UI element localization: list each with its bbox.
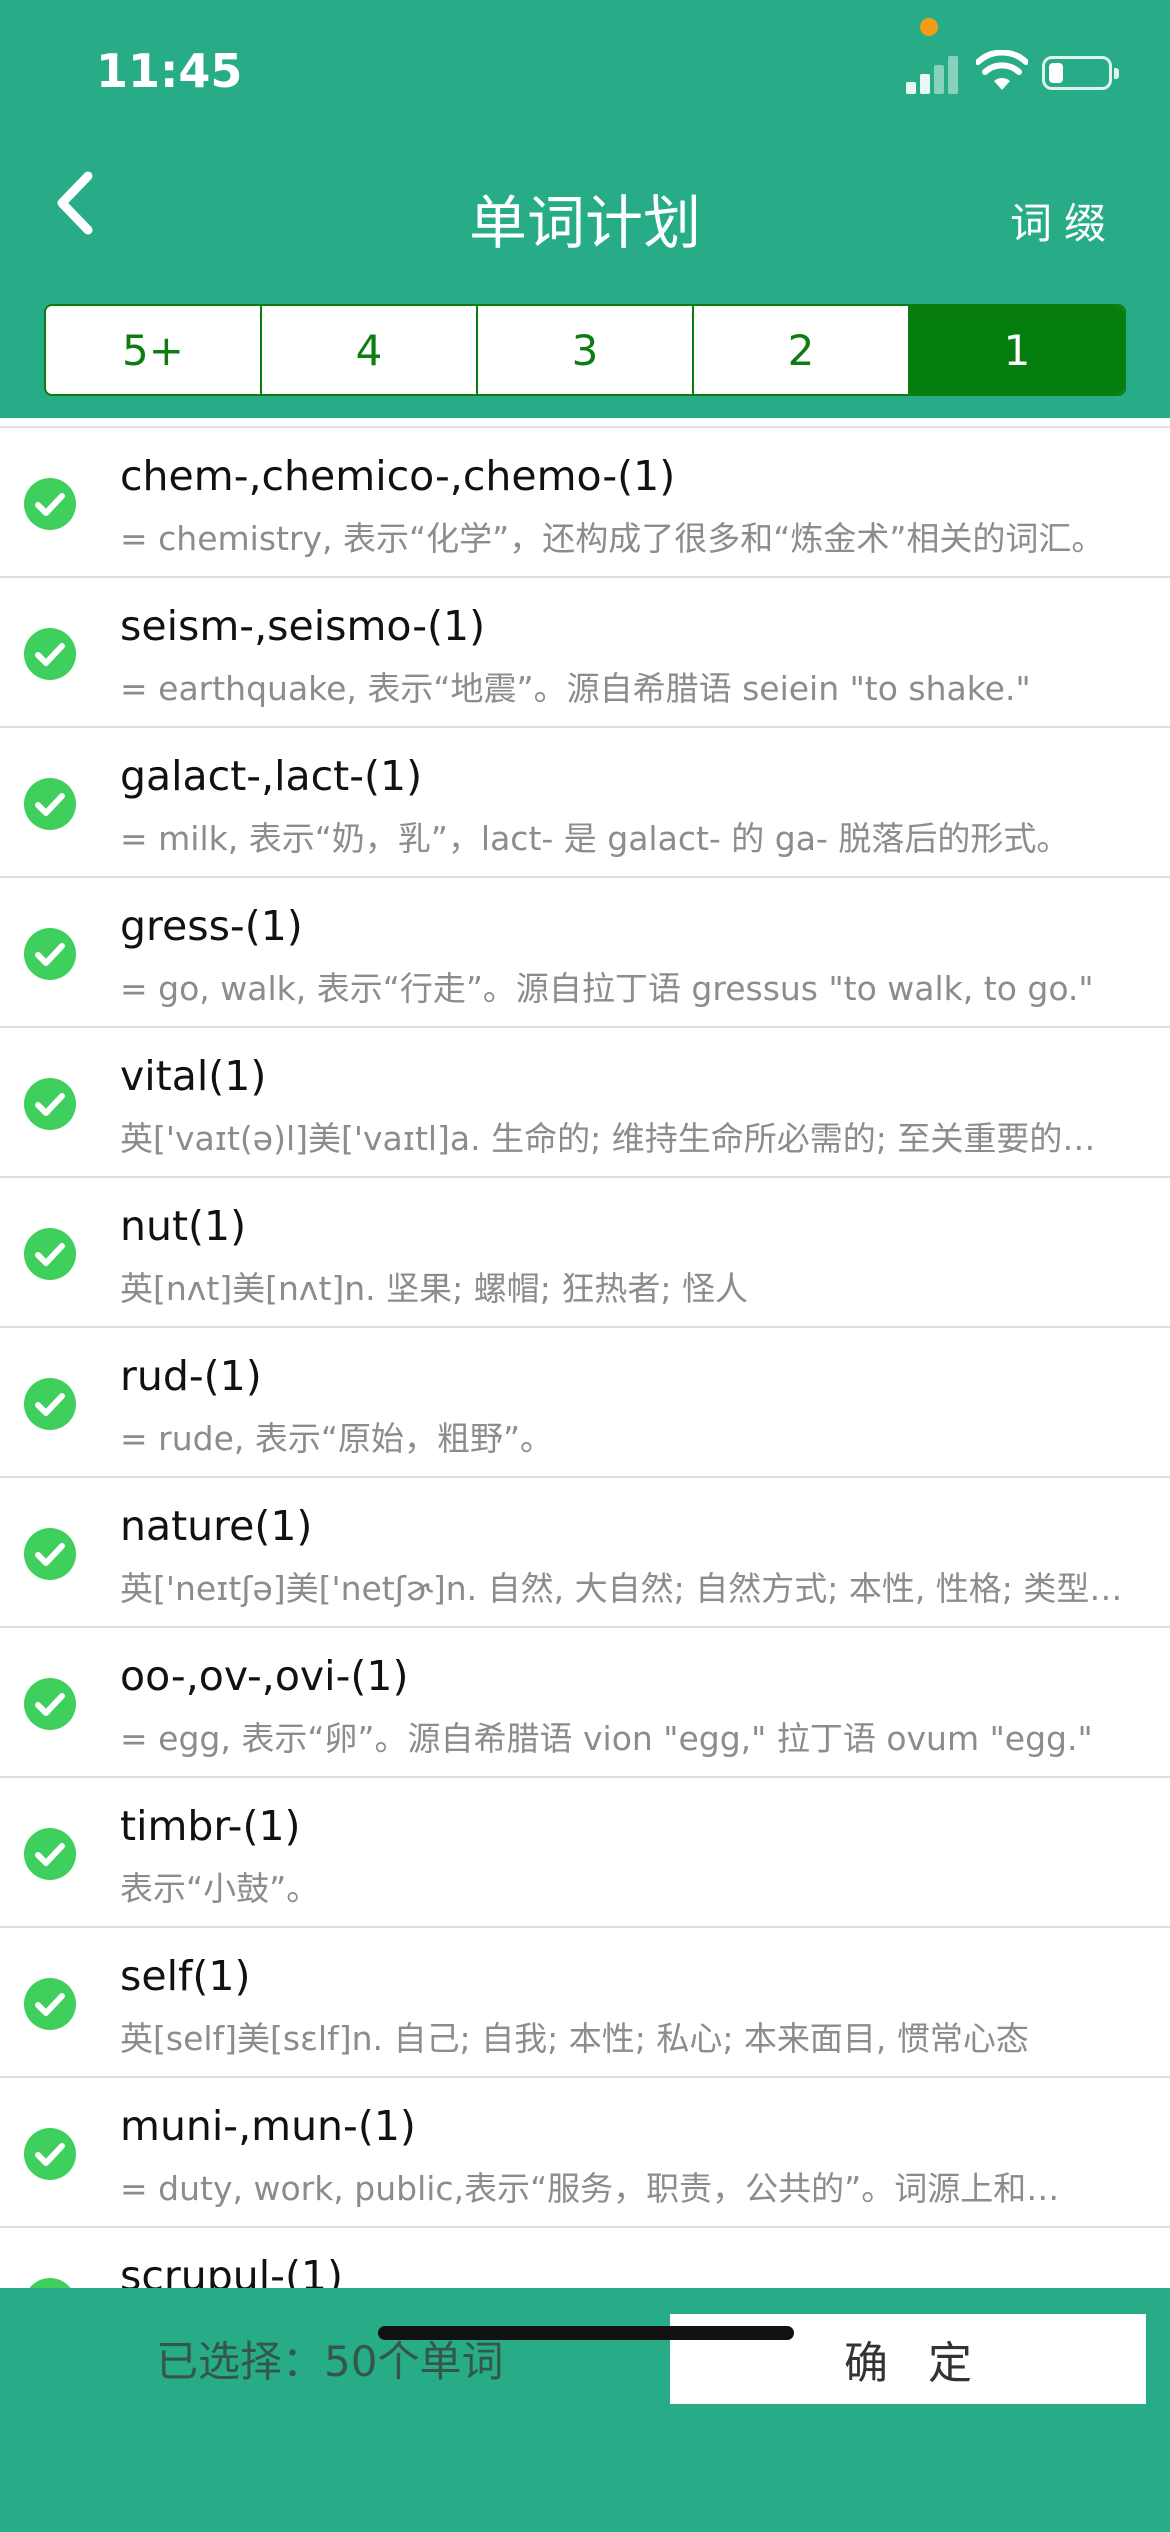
check-circle-icon[interactable]	[24, 478, 76, 530]
list-item[interactable]: galact-,lact-(1) = milk, 表示“奶，乳”，lact- 是…	[0, 728, 1170, 878]
item-subtitle: 英[nʌt]美[nʌt]n. 坚果; 螺帽; 狂热者; 怪人	[120, 1269, 748, 1308]
list-item[interactable]: gress-(1) = go, walk, 表示“行走”。源自拉丁语 gress…	[0, 878, 1170, 1028]
list-item[interactable]: seism-,seismo-(1) = earthquake, 表示“地震”。源…	[0, 578, 1170, 728]
item-subtitle: = egg, 表示“卵”。源自希腊语 vion "egg," 拉丁语 ovum …	[120, 1719, 1093, 1758]
segment-4[interactable]: 4	[262, 306, 478, 394]
list-item[interactable]: scrupul-(1)	[0, 2228, 1170, 2288]
check-circle-icon[interactable]	[24, 1228, 76, 1280]
check-circle-icon[interactable]	[24, 1528, 76, 1580]
item-subtitle: = go, walk, 表示“行走”。源自拉丁语 gressus "to wal…	[120, 969, 1094, 1008]
check-circle-icon[interactable]	[24, 928, 76, 980]
item-title: nature(1)	[120, 1502, 313, 1550]
list-item[interactable]: timbr-(1) 表示“小鼓”。	[0, 1778, 1170, 1928]
item-subtitle: = chemistry, 表示“化学”，还构成了很多和“炼金术”相关的词汇。	[120, 519, 1105, 558]
check-circle-icon[interactable]	[24, 1378, 76, 1430]
item-subtitle: = duty, work, public,表示“服务，职责，公共的”。词源上和…	[120, 2169, 1060, 2208]
check-circle-icon[interactable]	[24, 1978, 76, 2030]
item-title: timbr-(1)	[120, 1802, 301, 1850]
list-item[interactable]: rud-(1) = rude, 表示“原始，粗野”。	[0, 1328, 1170, 1478]
status-time: 11:45	[96, 44, 243, 98]
list-item[interactable]: vital(1) 英['vaɪt(ə)l]美['vaɪtl]a. 生命的; 维持…	[0, 1028, 1170, 1178]
item-title: scrupul-(1)	[120, 2252, 344, 2288]
frequency-segmented-control: 5+ 4 3 2 1	[44, 304, 1126, 396]
item-subtitle: 英['neɪtʃə]美['netʃɚ]n. 自然, 大自然; 自然方式; 本性,…	[120, 1569, 1123, 1608]
segment-3[interactable]: 3	[478, 306, 694, 394]
check-circle-icon[interactable]	[24, 628, 76, 680]
list-item[interactable]: muni-,mun-(1) = duty, work, public,表示“服务…	[0, 2078, 1170, 2228]
item-subtitle: = earthquake, 表示“地震”。源自希腊语 seiein "to sh…	[120, 669, 1031, 708]
word-list[interactable]: chem-,chemico-,chemo-(1) = chemistry, 表示…	[0, 426, 1170, 2288]
item-title: self(1)	[120, 1952, 251, 2000]
cellular-signal-icon	[906, 52, 960, 94]
item-title: gress-(1)	[120, 902, 303, 950]
segment-5plus[interactable]: 5+	[46, 306, 262, 394]
item-title: galact-,lact-(1)	[120, 752, 423, 800]
affix-button[interactable]: 词缀	[1010, 190, 1118, 251]
item-title: vital(1)	[120, 1052, 267, 1100]
home-indicator[interactable]	[378, 2326, 794, 2340]
item-subtitle: = milk, 表示“奶，乳”，lact- 是 galact- 的 ga- 脱落…	[120, 819, 1070, 858]
item-subtitle: 英['vaɪt(ə)l]美['vaɪtl]a. 生命的; 维持生命所必需的; 至…	[120, 1119, 1096, 1158]
segment-1[interactable]: 1	[910, 306, 1124, 394]
list-item[interactable]: nut(1) 英[nʌt]美[nʌt]n. 坚果; 螺帽; 狂热者; 怪人	[0, 1178, 1170, 1328]
item-title: oo-,ov-,ovi-(1)	[120, 1652, 409, 1700]
list-item[interactable]: self(1) 英[self]美[sɛlf]n. 自己; 自我; 本性; 私心;…	[0, 1928, 1170, 2078]
item-title: chem-,chemico-,chemo-(1)	[120, 452, 676, 500]
battery-icon	[1042, 56, 1119, 90]
privacy-indicator-dot	[920, 18, 938, 36]
list-item[interactable]: chem-,chemico-,chemo-(1) = chemistry, 表示…	[0, 428, 1170, 578]
bottom-bar: 已选择：50个单词 确定	[0, 2288, 1170, 2532]
check-circle-icon[interactable]	[24, 778, 76, 830]
item-title: rud-(1)	[120, 1352, 262, 1400]
list-item[interactable]: oo-,ov-,ovi-(1) = egg, 表示“卵”。源自希腊语 vion …	[0, 1628, 1170, 1778]
item-title: seism-,seismo-(1)	[120, 602, 486, 650]
item-subtitle: 表示“小鼓”。	[120, 1869, 320, 1908]
wifi-icon	[976, 50, 1028, 90]
app-root: 11:45 单词计划 词缀 5+ 4 3 2 1 chem-,chemico-,…	[0, 0, 1170, 2532]
item-subtitle: 英[self]美[sɛlf]n. 自己; 自我; 本性; 私心; 本来面目, 惯…	[120, 2019, 1029, 2058]
check-circle-icon[interactable]	[24, 2278, 76, 2288]
check-circle-icon[interactable]	[24, 1078, 76, 1130]
item-title: nut(1)	[120, 1202, 247, 1250]
item-title: muni-,mun-(1)	[120, 2102, 416, 2150]
check-circle-icon[interactable]	[24, 1678, 76, 1730]
check-circle-icon[interactable]	[24, 2128, 76, 2180]
check-circle-icon[interactable]	[24, 1828, 76, 1880]
page-title: 单词计划	[468, 189, 701, 257]
segment-2[interactable]: 2	[694, 306, 910, 394]
header: 11:45 单词计划 词缀 5+ 4 3 2 1	[0, 0, 1170, 418]
list-item[interactable]: nature(1) 英['neɪtʃə]美['netʃɚ]n. 自然, 大自然;…	[0, 1478, 1170, 1628]
item-subtitle: = rude, 表示“原始，粗野”。	[120, 1419, 554, 1458]
